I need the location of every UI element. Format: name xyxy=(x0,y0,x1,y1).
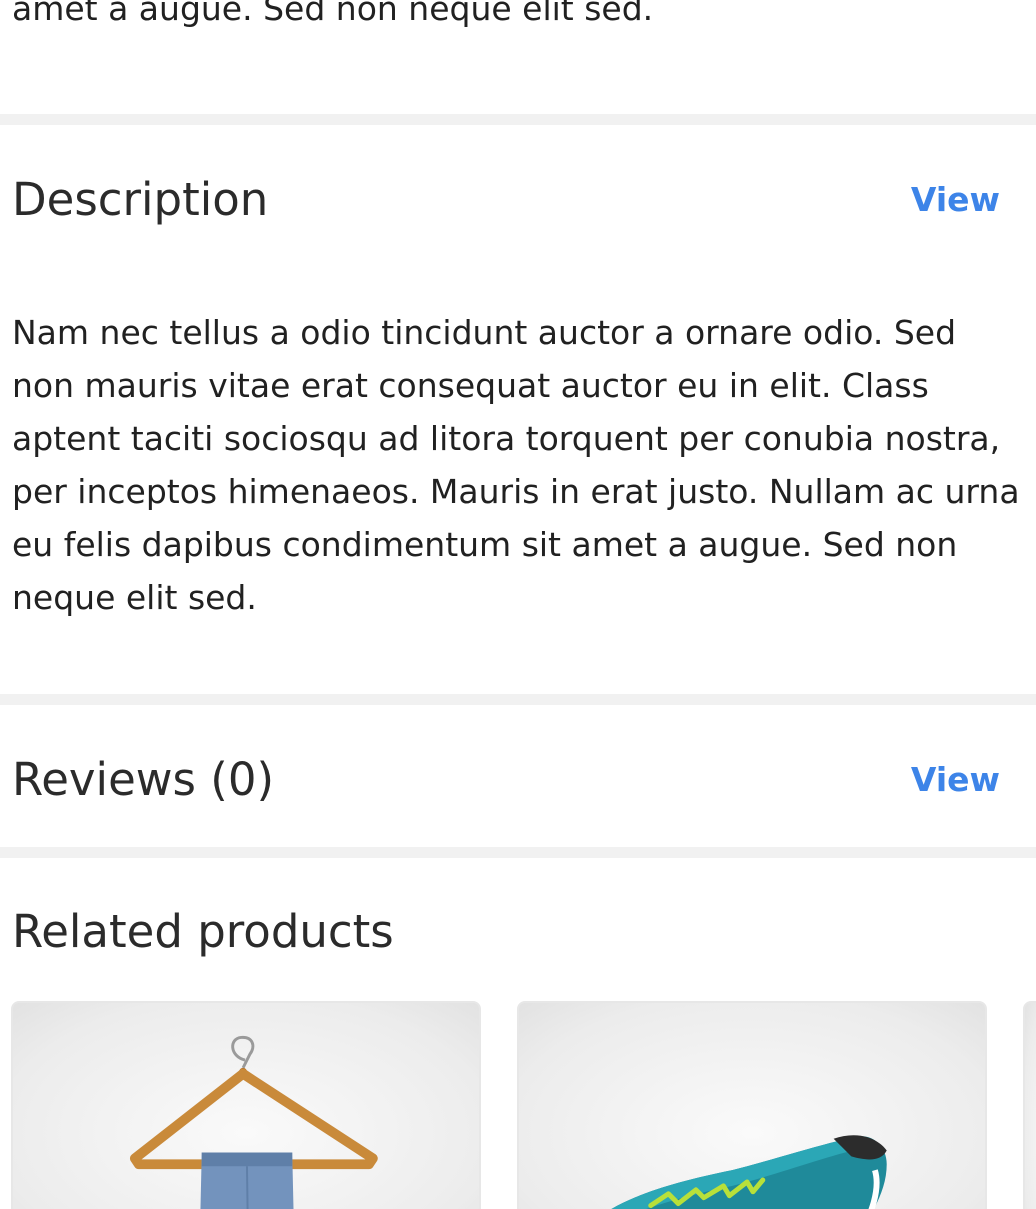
related-product-card[interactable] xyxy=(11,1001,481,1209)
previous-section-text: amet a augue. Sed non neque elit sed. xyxy=(12,0,654,28)
product-image xyxy=(1025,1003,1036,1209)
description-title: Description xyxy=(12,173,269,226)
reviews-view-link[interactable]: View xyxy=(911,763,1000,796)
section-divider xyxy=(0,114,1036,125)
teal-shoe-image xyxy=(611,1135,887,1209)
product-detail-page: amet a augue. Sed non neque elit sed. De… xyxy=(0,0,1036,1209)
reviews-title: Reviews (0) xyxy=(12,753,275,806)
section-divider xyxy=(0,694,1036,705)
description-view-link[interactable]: View xyxy=(911,183,1000,216)
hanger-jeans-image xyxy=(129,1035,378,1209)
section-divider xyxy=(0,847,1036,858)
description-text: Nam nec tellus a odio tincidunt auctor a… xyxy=(12,313,1020,617)
related-product-card[interactable] xyxy=(517,1001,987,1209)
related-products-title: Related products xyxy=(12,905,394,958)
related-product-card[interactable] xyxy=(1023,1001,1036,1209)
